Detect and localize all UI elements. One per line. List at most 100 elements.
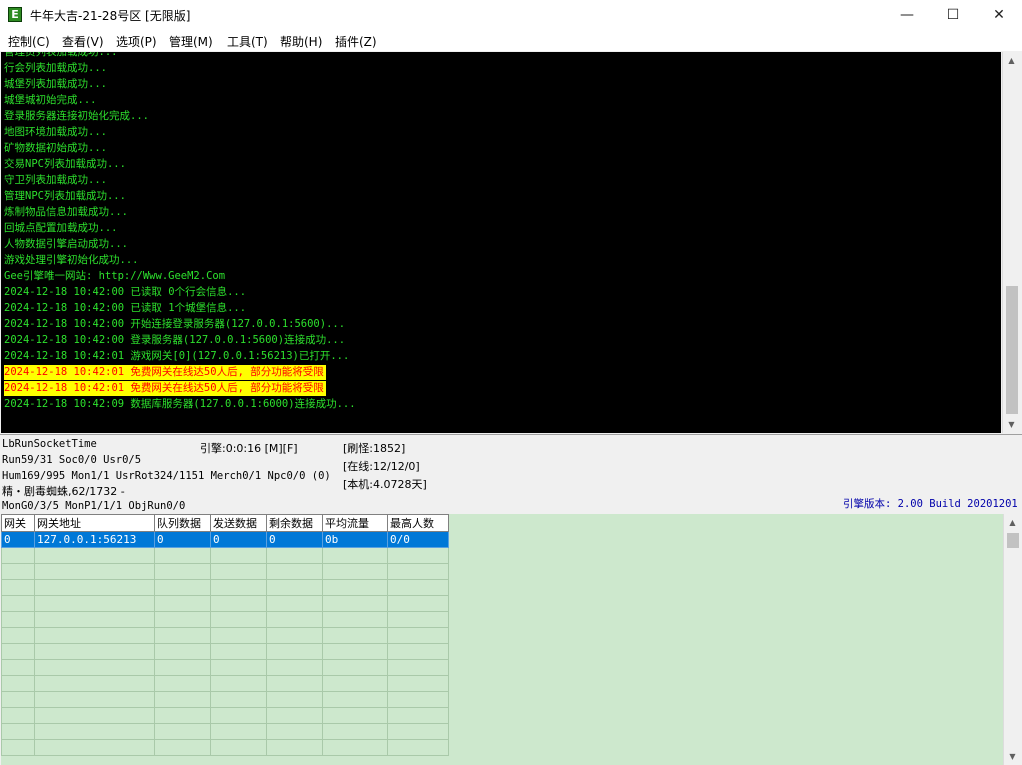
app-e-icon[interactable]: E xyxy=(8,7,22,22)
table-cell[interactable]: 127.0.0.1:56213 xyxy=(34,531,155,548)
table-cell[interactable]: 0 xyxy=(1,531,35,548)
table-cell[interactable] xyxy=(34,659,155,676)
table-cell[interactable] xyxy=(322,563,388,580)
menu-view[interactable]: 查看(V) xyxy=(62,33,104,50)
table-cell[interactable] xyxy=(387,659,449,676)
menu-control[interactable]: 控制(C) xyxy=(8,33,50,50)
table-cell[interactable] xyxy=(1,595,35,612)
table-cell[interactable] xyxy=(1,659,35,676)
table-cell[interactable] xyxy=(210,707,267,724)
table-cell[interactable] xyxy=(34,691,155,708)
column-header[interactable]: 发送数据 xyxy=(210,514,267,532)
grid-scroll-thumb[interactable] xyxy=(1007,533,1019,548)
table-cell[interactable] xyxy=(1,723,35,740)
table-cell[interactable] xyxy=(34,707,155,724)
table-cell[interactable] xyxy=(266,563,323,580)
table-cell[interactable] xyxy=(154,643,211,660)
menu-help[interactable]: 帮助(H) xyxy=(280,33,322,50)
log-console[interactable]: 管理员列表加载成功... 行会列表加载成功... 城堡列表加载成功... 城堡城初始完… xyxy=(1,52,1001,433)
menu-plugins[interactable]: 插件(Z) xyxy=(335,33,377,50)
table-row[interactable] xyxy=(1,707,449,724)
table-cell[interactable] xyxy=(322,547,388,564)
table-cell[interactable] xyxy=(322,611,388,628)
table-cell[interactable] xyxy=(34,547,155,564)
table-cell[interactable]: 0/0 xyxy=(387,531,449,548)
table-cell[interactable] xyxy=(266,659,323,676)
table-cell[interactable] xyxy=(1,691,35,708)
table-cell[interactable] xyxy=(387,611,449,628)
table-cell[interactable] xyxy=(210,627,267,644)
scroll-down-icon[interactable]: ▼ xyxy=(1003,416,1020,433)
table-cell[interactable] xyxy=(154,659,211,676)
table-cell[interactable] xyxy=(210,739,267,756)
table-cell[interactable] xyxy=(34,675,155,692)
table-row[interactable] xyxy=(1,723,449,740)
table-cell[interactable] xyxy=(387,691,449,708)
table-cell[interactable] xyxy=(387,643,449,660)
table-cell[interactable] xyxy=(322,579,388,596)
table-cell[interactable] xyxy=(322,643,388,660)
grid-scrollbar[interactable]: ▲ ▼ xyxy=(1003,514,1022,765)
table-cell[interactable] xyxy=(210,579,267,596)
table-cell[interactable] xyxy=(387,547,449,564)
grid-scroll-up-icon[interactable]: ▲ xyxy=(1004,514,1021,531)
table-cell[interactable] xyxy=(387,707,449,724)
grid-scroll-down-icon[interactable]: ▼ xyxy=(1004,748,1021,765)
table-cell[interactable] xyxy=(266,547,323,564)
table-cell[interactable] xyxy=(266,691,323,708)
table-cell[interactable] xyxy=(266,739,323,756)
table-cell[interactable] xyxy=(387,723,449,740)
table-cell[interactable]: 0 xyxy=(154,531,211,548)
table-cell[interactable] xyxy=(322,627,388,644)
table-cell[interactable] xyxy=(210,643,267,660)
table-cell[interactable] xyxy=(266,643,323,660)
minimize-button[interactable]: — xyxy=(884,0,930,30)
table-cell[interactable] xyxy=(1,707,35,724)
close-button[interactable]: ✕ xyxy=(976,0,1022,30)
table-row[interactable] xyxy=(1,659,449,676)
table-row[interactable] xyxy=(1,611,449,628)
table-row[interactable] xyxy=(1,739,449,756)
column-header[interactable]: 网关地址 xyxy=(34,514,155,532)
table-cell[interactable] xyxy=(387,563,449,580)
table-cell[interactable] xyxy=(322,707,388,724)
table-row[interactable] xyxy=(1,627,449,644)
table-cell[interactable] xyxy=(210,547,267,564)
table-cell[interactable] xyxy=(34,643,155,660)
table-cell[interactable] xyxy=(210,595,267,612)
table-cell[interactable] xyxy=(387,739,449,756)
table-cell[interactable] xyxy=(210,723,267,740)
table-cell[interactable] xyxy=(154,707,211,724)
column-header[interactable]: 队列数据 xyxy=(154,514,211,532)
table-cell[interactable] xyxy=(1,563,35,580)
table-cell[interactable] xyxy=(154,691,211,708)
table-cell[interactable] xyxy=(34,595,155,612)
table-row[interactable] xyxy=(1,563,449,580)
column-header[interactable]: 网关 xyxy=(1,514,35,532)
column-header[interactable]: 剩余数据 xyxy=(266,514,323,532)
table-cell[interactable] xyxy=(322,691,388,708)
table-cell[interactable] xyxy=(34,723,155,740)
table-cell[interactable] xyxy=(34,739,155,756)
table-cell[interactable] xyxy=(322,595,388,612)
table-cell[interactable] xyxy=(266,723,323,740)
scroll-up-icon[interactable]: ▲ xyxy=(1003,52,1020,69)
column-header[interactable]: 最高人数 xyxy=(387,514,449,532)
table-cell[interactable] xyxy=(154,563,211,580)
table-row[interactable] xyxy=(1,547,449,564)
table-cell[interactable]: 0 xyxy=(266,531,323,548)
table-row[interactable] xyxy=(1,675,449,692)
table-cell[interactable] xyxy=(1,627,35,644)
gateway-grid[interactable]: 网关 网关地址 队列数据 发送数据 剩余数据 平均流量 最高人数 0 127.0.0.1:56… xyxy=(1,514,1003,765)
table-cell[interactable] xyxy=(322,675,388,692)
table-cell[interactable] xyxy=(1,675,35,692)
menu-tools[interactable]: 工具(T) xyxy=(227,33,268,50)
table-cell[interactable] xyxy=(154,723,211,740)
table-cell[interactable] xyxy=(154,675,211,692)
table-cell[interactable] xyxy=(387,627,449,644)
table-cell[interactable] xyxy=(154,627,211,644)
table-cell[interactable] xyxy=(154,611,211,628)
table-cell[interactable] xyxy=(1,643,35,660)
table-cell[interactable] xyxy=(266,595,323,612)
table-cell[interactable] xyxy=(154,579,211,596)
